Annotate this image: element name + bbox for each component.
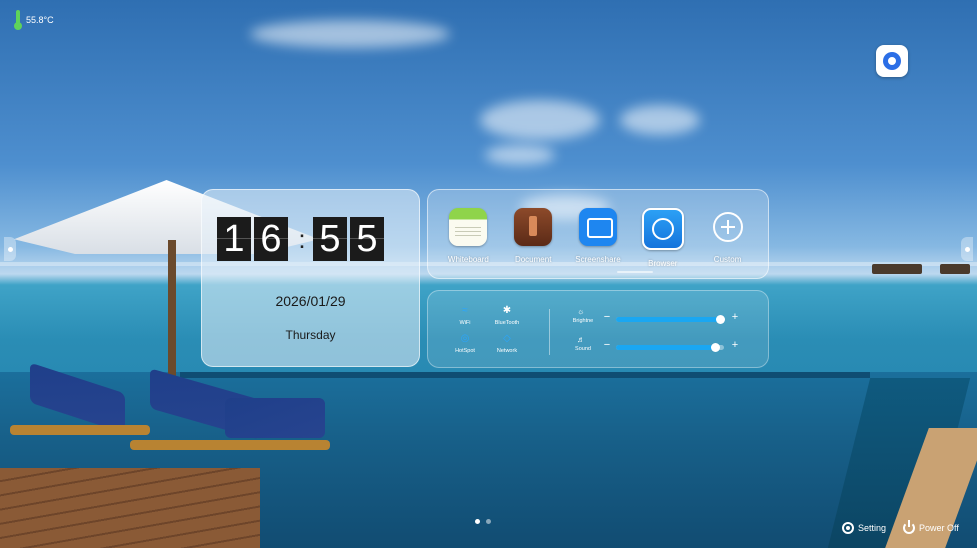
qs-label: BlueTooth (494, 320, 520, 326)
browser-icon (641, 208, 684, 250)
brightness-increase-button[interactable]: + (730, 311, 740, 323)
apps-panel: Whiteboard Document Screenshare Browser … (427, 189, 769, 279)
document-icon (514, 208, 553, 246)
power-off-label: Power Off (919, 523, 959, 533)
network-icon: ◇ (503, 333, 511, 344)
hotspot-icon: ◎ (460, 333, 470, 344)
quick-settings-panel: ≈ WiFi ✱ BlueTooth ◎ HotSpot ◇ Network ☼… (427, 290, 769, 368)
sound-decrease-button[interactable]: − (602, 339, 612, 351)
app-label: Browser (648, 259, 678, 268)
minute-ones-digit: 5 (350, 217, 384, 261)
sound-thumb[interactable] (711, 343, 721, 352)
brightness-decrease-button[interactable]: − (602, 311, 612, 323)
time-separator: : (298, 224, 306, 254)
app-label: Custom (713, 255, 742, 264)
sound-fill (616, 345, 717, 350)
screenshare-icon (578, 208, 617, 246)
app-custom[interactable]: Custom (698, 208, 758, 268)
brightness-slider-row: ☼ Brightne − + (568, 307, 758, 329)
minute-tens-digit: 5 (313, 217, 347, 261)
app-whiteboard[interactable]: Whiteboard (438, 208, 498, 268)
brightness-slider[interactable] (616, 315, 725, 324)
add-circle-icon (709, 208, 747, 246)
page-dot[interactable] (475, 519, 480, 524)
left-sidebar-handle[interactable] (4, 237, 16, 261)
app-label: Screenshare (575, 255, 621, 264)
sound-increase-button[interactable]: + (730, 339, 740, 351)
setting-button[interactable]: Setting (842, 522, 886, 534)
thermometer-icon (14, 10, 22, 30)
toggle-bluetooth[interactable]: ✱ BlueTooth (482, 305, 532, 326)
clock-date: 2026/01/29 (275, 293, 346, 309)
setting-label: Setting (858, 523, 887, 533)
right-sidebar-handle[interactable] (961, 237, 973, 261)
gear-icon (842, 522, 854, 534)
bluetooth-icon: ✱ (502, 305, 512, 316)
hour-tens-digit: 1 (217, 217, 251, 261)
power-icon (903, 520, 915, 534)
brightness-fill (616, 317, 721, 322)
floating-assistant-button[interactable] (876, 45, 908, 77)
qs-label: WiFi (459, 320, 471, 326)
hour-ones-digit: 6 (254, 217, 288, 261)
clock-weekday: Thursday (285, 328, 336, 342)
whiteboard-icon (449, 208, 488, 246)
sound-slider[interactable] (616, 343, 724, 352)
app-document[interactable]: Document (503, 208, 563, 268)
temperature-value: 55.8°C (26, 15, 54, 25)
wifi-icon: ≈ (462, 305, 468, 316)
clock-widget: 1 6 : 5 5 2026/01/29 Thursday (201, 189, 420, 367)
assistant-icon (883, 52, 901, 70)
settings-divider (549, 309, 550, 355)
sound-label: Sound (575, 346, 591, 352)
clock-time: 1 6 : 5 5 (217, 217, 387, 261)
sound-slider-row: ♬ Sound − + (568, 335, 758, 357)
speaker-icon: ♬ (577, 335, 585, 344)
app-label: Whiteboard (447, 255, 489, 264)
app-screenshare[interactable]: Screenshare (568, 208, 628, 268)
page-dot[interactable] (486, 519, 491, 524)
qs-label: Network (496, 348, 518, 354)
app-label: Document (514, 255, 552, 264)
brightness-label: Brightne (572, 318, 594, 324)
brightness-thumb[interactable] (715, 315, 725, 324)
brightness-icon: ☼ (577, 307, 585, 316)
app-browser[interactable]: Browser (633, 208, 693, 268)
toggle-network[interactable]: ◇ Network (482, 333, 532, 354)
temperature-indicator: 55.8°C (14, 10, 54, 30)
qs-label: HotSpot (455, 348, 475, 354)
apps-scroll-indicator (617, 271, 653, 273)
power-off-button[interactable]: Power Off (903, 520, 959, 534)
page-indicator (475, 519, 491, 524)
